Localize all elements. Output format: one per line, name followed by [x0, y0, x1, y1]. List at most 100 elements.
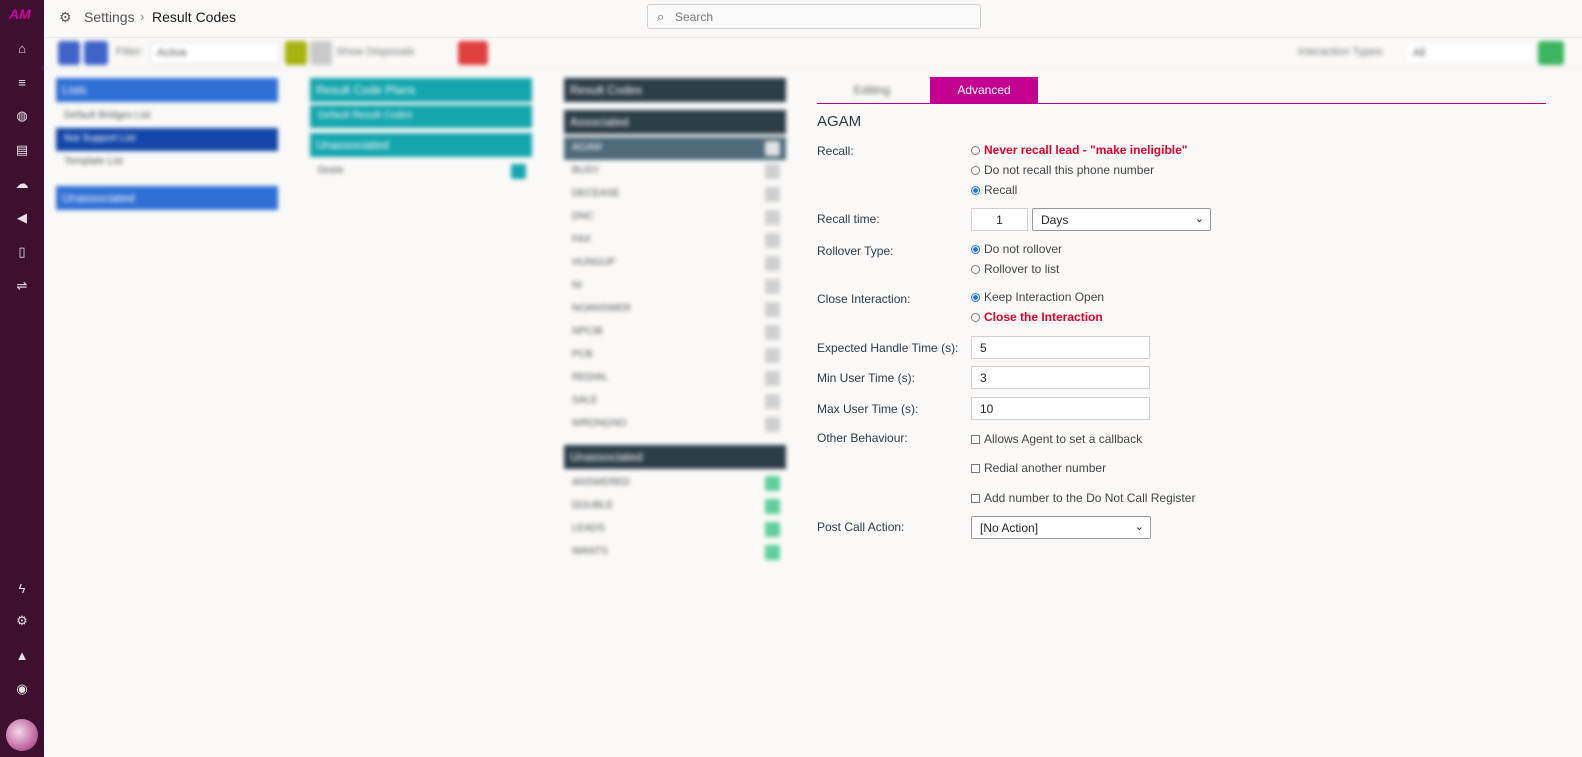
list-item[interactable]: NOANSWER: [564, 298, 786, 321]
help-icon[interactable]: ◉: [12, 679, 32, 699]
globe-icon[interactable]: ◍: [12, 106, 32, 126]
document-icon[interactable]: ▯: [12, 242, 32, 262]
save-button[interactable]: [1538, 41, 1564, 65]
search-input[interactable]: [675, 8, 971, 26]
checkbox-icon[interactable]: [971, 434, 980, 444]
list-item[interactable]: WANTS: [564, 541, 786, 564]
add-icon[interactable]: [765, 545, 780, 560]
filter-select[interactable]: Active: [150, 42, 280, 64]
list-item[interactable]: SALE: [564, 390, 786, 413]
tab-advanced[interactable]: Advanced: [930, 77, 1038, 103]
expected-handle-time-input[interactable]: [971, 336, 1150, 359]
list-item-selected[interactable]: AGAM: [564, 137, 786, 160]
cloud-icon[interactable]: ☁: [12, 174, 32, 194]
remove-icon[interactable]: [765, 187, 780, 202]
radio-icon[interactable]: [971, 313, 980, 322]
checkbox-icon[interactable]: [971, 493, 980, 503]
interaction-types-select[interactable]: All: [1406, 42, 1534, 64]
radio-icon[interactable]: [971, 146, 980, 155]
radio-selected-icon[interactable]: [971, 186, 980, 195]
remove-icon[interactable]: [765, 256, 780, 271]
list-icon[interactable]: ≡: [12, 72, 32, 92]
list-item[interactable]: Default Bridges List: [56, 105, 278, 128]
recall-option-do-not-recall[interactable]: Do not recall this phone number: [971, 163, 1154, 177]
clear-filter-button[interactable]: [310, 41, 332, 65]
add-icon[interactable]: [511, 164, 526, 179]
database-icon[interactable]: ▤: [12, 140, 32, 160]
remove-icon[interactable]: [765, 164, 780, 179]
list-item[interactable]: NI: [564, 275, 786, 298]
callback-checkbox[interactable]: Allows Agent to set a callback: [971, 432, 1142, 446]
checkbox-icon[interactable]: [971, 463, 980, 473]
radio-selected-icon[interactable]: [971, 245, 980, 254]
show-disposals-label: Show Disposals: [336, 46, 415, 58]
folder-button[interactable]: [84, 41, 108, 65]
list-item[interactable]: DNC: [564, 206, 786, 229]
max-user-time-label: Max User Time (s):: [817, 402, 919, 416]
list-item[interactable]: REDIAL: [564, 367, 786, 390]
radio-selected-icon[interactable]: [971, 293, 980, 302]
list-item[interactable]: DOUBLE: [564, 495, 786, 518]
list-item[interactable]: FAX: [564, 229, 786, 252]
recall-time-input[interactable]: [971, 208, 1028, 231]
breadcrumb-settings[interactable]: Settings: [84, 9, 135, 25]
post-call-action-select[interactable]: [No Action] ⌄: [971, 516, 1151, 539]
add-icon[interactable]: [765, 499, 780, 514]
tab-editing[interactable]: Editing: [837, 77, 907, 103]
list-item[interactable]: WRONGNO: [564, 413, 786, 436]
list-item[interactable]: LEADS: [564, 518, 786, 541]
remove-icon[interactable]: [765, 141, 780, 156]
list-item[interactable]: DECEASE: [564, 183, 786, 206]
remove-icon[interactable]: [765, 279, 780, 294]
redial-checkbox[interactable]: Redial another number: [971, 461, 1106, 475]
dnc-checkbox[interactable]: Add number to the Do Not Call Register: [971, 491, 1195, 505]
min-user-time-input[interactable]: [971, 366, 1150, 389]
plans-header: Result Code Plans: [310, 78, 532, 102]
delete-button[interactable]: [458, 41, 488, 65]
add-button[interactable]: [58, 41, 80, 65]
code-label: AGAM: [572, 142, 602, 153]
filter-label: Filter:: [116, 46, 144, 58]
link-icon[interactable]: ⇌: [12, 276, 32, 296]
radio-icon[interactable]: [971, 265, 980, 274]
list-item-selected[interactable]: Not Support List: [56, 128, 278, 151]
gear-icon[interactable]: ⚙: [12, 611, 32, 631]
add-icon[interactable]: [765, 476, 780, 491]
remove-icon[interactable]: [765, 417, 780, 432]
radio-icon[interactable]: [971, 166, 980, 175]
confirm-filter-button[interactable]: [285, 41, 307, 65]
remove-icon[interactable]: [765, 371, 780, 386]
close-option-close[interactable]: Close the Interaction: [971, 310, 1103, 324]
list-item[interactable]: NPCIB: [564, 321, 786, 344]
list-item[interactable]: BUSY: [564, 160, 786, 183]
code-label: NOANSWER: [572, 303, 631, 314]
option-label: Keep Interaction Open: [984, 290, 1105, 304]
remove-icon[interactable]: [765, 348, 780, 363]
bell-icon[interactable]: ▲: [12, 645, 32, 665]
remove-icon[interactable]: [765, 210, 780, 225]
recall-time-unit-select[interactable]: Days ⌄: [1032, 208, 1211, 231]
search-box[interactable]: ⌕: [647, 4, 981, 29]
list-item[interactable]: Dozie: [310, 160, 532, 183]
avatar[interactable]: [6, 719, 38, 751]
remove-icon[interactable]: [765, 302, 780, 317]
option-label: Add number to the Do Not Call Register: [984, 491, 1196, 505]
rollover-option-list[interactable]: Rollover to list: [971, 262, 1059, 276]
recall-option-never[interactable]: Never recall lead - "make ineligible": [971, 143, 1187, 157]
close-option-keep-open[interactable]: Keep Interaction Open: [971, 290, 1104, 304]
max-user-time-input[interactable]: [971, 397, 1150, 420]
list-item[interactable]: PCB: [564, 344, 786, 367]
list-item[interactable]: ANSWERED: [564, 472, 786, 495]
list-item[interactable]: Template List: [56, 151, 278, 174]
add-icon[interactable]: [765, 522, 780, 537]
list-item[interactable]: HUNGUP: [564, 252, 786, 275]
remove-icon[interactable]: [765, 394, 780, 409]
remove-icon[interactable]: [765, 325, 780, 340]
megaphone-icon[interactable]: ◀: [12, 208, 32, 228]
list-item-selected[interactable]: Default Result Codes: [310, 105, 532, 128]
recall-option-recall[interactable]: Recall: [971, 183, 1017, 197]
remove-icon[interactable]: [765, 233, 780, 248]
rollover-option-none[interactable]: Do not rollover: [971, 242, 1062, 256]
lightning-icon[interactable]: ϟ: [12, 578, 32, 598]
home-icon[interactable]: ⌂: [12, 38, 32, 58]
